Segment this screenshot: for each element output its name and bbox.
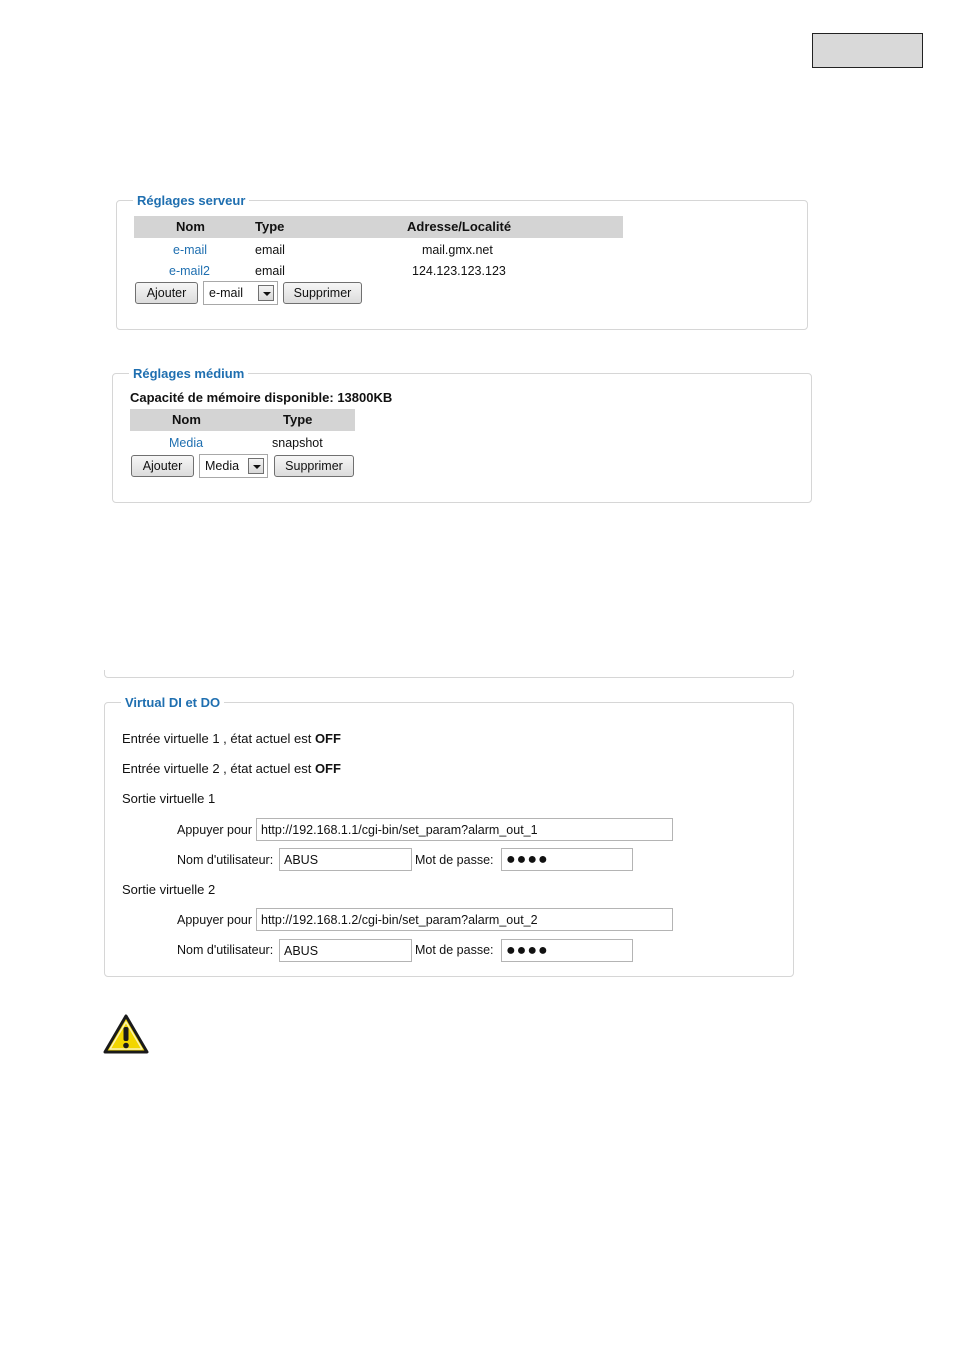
- virtual-dido-legend: Virtual DI et DO: [125, 695, 221, 710]
- media-delete-button[interactable]: Supprimer: [274, 455, 354, 477]
- output-1-username-input[interactable]: [279, 848, 412, 871]
- output-1-user-label: Nom d'utilisateur:: [177, 853, 274, 867]
- media-settings-panel: Réglages médium: [112, 366, 812, 503]
- chevron-down-icon[interactable]: [248, 458, 264, 474]
- memory-capacity-label: Capacité de mémoire disponible: 13800KB: [130, 390, 393, 405]
- media-row-1-name-link[interactable]: Media: [169, 435, 203, 451]
- virtual-output-1-title: Sortie virtuelle 1: [122, 791, 216, 806]
- output-1-password-input[interactable]: [501, 848, 633, 871]
- server-settings-legend: Réglages serveur: [137, 193, 246, 208]
- chevron-down-icon[interactable]: [258, 285, 274, 301]
- virtual-input-1-status: Entrée virtuelle 1 , état actuel est OFF: [122, 731, 341, 747]
- server-header-name: Nom: [176, 219, 205, 234]
- server-type-select[interactable]: e-mail: [203, 281, 278, 305]
- warning-triangle-icon: [103, 1014, 149, 1054]
- server-row-2-name-link[interactable]: e-mail2: [169, 263, 210, 279]
- server-row-2-address: 124.123.123.123: [412, 264, 506, 278]
- output-2-password-input[interactable]: [501, 939, 633, 962]
- server-row-2-type: email: [255, 264, 285, 278]
- server-delete-button[interactable]: Supprimer: [283, 282, 362, 304]
- output-2-press-label: Appuyer pour: [177, 913, 253, 927]
- media-add-button[interactable]: Ajouter: [131, 455, 194, 477]
- output-2-user-label: Nom d'utilisateur:: [177, 943, 274, 957]
- virtual-input-2-status: Entrée virtuelle 2 , état actuel est OFF: [122, 761, 341, 777]
- server-header-address: Adresse/Localité: [407, 219, 512, 234]
- media-header-type: Type: [283, 412, 313, 427]
- server-row-1-address: mail.gmx.net: [422, 243, 493, 257]
- virtual-input-2-label: Entrée virtuelle 2 , état actuel est: [122, 761, 315, 776]
- media-type-select[interactable]: Media: [199, 454, 268, 478]
- media-settings-legend: Réglages médium: [133, 366, 245, 381]
- previous-panel-bottom-edge: [104, 670, 794, 678]
- output-2-pass-label: Mot de passe:: [415, 943, 494, 957]
- media-row-1-type: snapshot: [272, 436, 323, 450]
- server-add-button[interactable]: Ajouter: [135, 282, 198, 304]
- output-1-press-label: Appuyer pour: [177, 823, 253, 837]
- server-type-select-value: e-mail: [209, 286, 244, 300]
- virtual-input-2-state: OFF: [314, 761, 341, 776]
- output-1-url-input[interactable]: [256, 818, 673, 841]
- media-type-select-value: Media: [205, 459, 240, 473]
- server-row-1-name-link[interactable]: e-mail: [173, 242, 207, 258]
- virtual-input-1-label: Entrée virtuelle 1 , état actuel est: [122, 731, 315, 746]
- virtual-output-2-title: Sortie virtuelle 2: [122, 882, 216, 897]
- server-settings-panel: Réglages serveur: [116, 193, 808, 330]
- server-header-type: Type: [255, 219, 285, 234]
- output-2-url-input[interactable]: [256, 908, 673, 931]
- output-2-username-input[interactable]: [279, 939, 412, 962]
- media-header-name: Nom: [172, 412, 201, 427]
- corner-tab-box: [812, 33, 923, 68]
- server-table-header: [134, 216, 623, 238]
- media-table-header: [130, 409, 355, 431]
- server-row-1-type: email: [255, 243, 285, 257]
- output-1-pass-label: Mot de passe:: [415, 853, 494, 867]
- virtual-input-1-state: OFF: [314, 731, 341, 746]
